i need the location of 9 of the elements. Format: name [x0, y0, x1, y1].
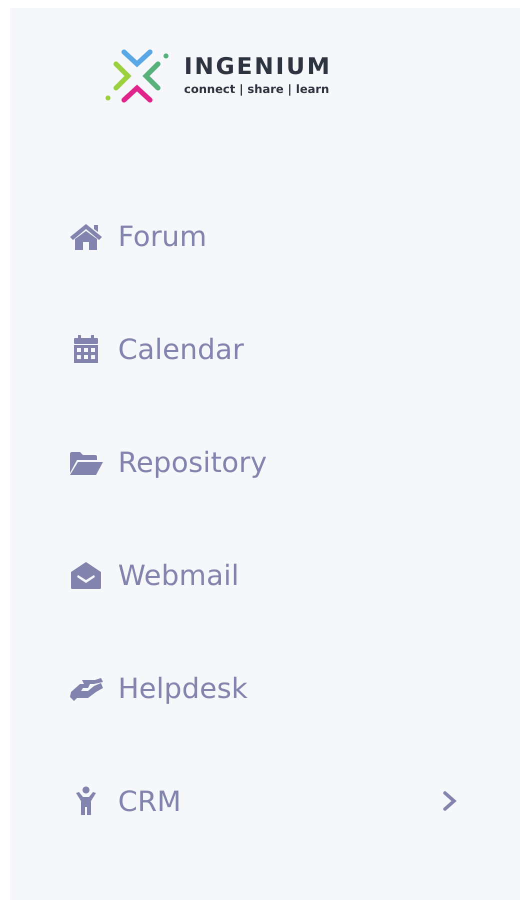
brand-tagline: connect | share | learn	[184, 82, 330, 96]
nav-item[interactable]: Webmail	[68, 555, 458, 595]
nav-item[interactable]: CRM	[68, 781, 458, 821]
nav-item[interactable]: Repository	[68, 442, 458, 482]
nav-item[interactable]: Forum	[68, 216, 458, 256]
brand-name: INGENIUM	[184, 56, 332, 79]
envelope-icon	[68, 559, 104, 591]
nav-item[interactable]: Helpdesk	[68, 668, 458, 708]
nav-item[interactable]: Calendar	[68, 329, 458, 369]
